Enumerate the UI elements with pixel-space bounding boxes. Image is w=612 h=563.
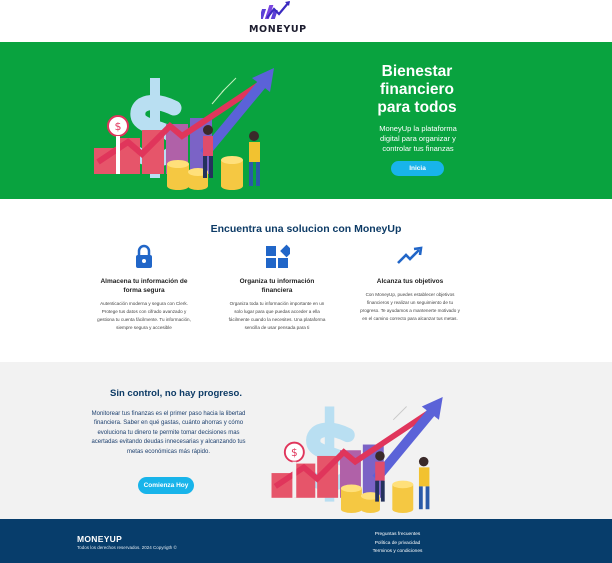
brand-name: MONEYUP bbox=[249, 24, 307, 35]
footer-brand: MONEYUP bbox=[77, 534, 123, 544]
feature-secure-storage: Almacena tu información de forma segura … bbox=[94, 243, 194, 332]
feature-title: Almacena tu información de forma segura bbox=[100, 278, 188, 294]
trending-up-icon bbox=[397, 243, 423, 269]
start-today-button[interactable]: Comienza Hoy bbox=[138, 477, 194, 494]
features-section: Encuentra una solucion con MoneyUp Almac… bbox=[0, 199, 612, 361]
feature-text: Con MoneyUp, puedes establecer objetivos… bbox=[360, 292, 460, 321]
svg-text:$: $ bbox=[291, 447, 298, 459]
feature-title: Organiza tu información financiera bbox=[239, 278, 315, 294]
brand-logo[interactable]: MONEYUP bbox=[249, 0, 307, 40]
privacy-policy-link[interactable]: Política de privacidad bbox=[360, 540, 435, 549]
footer-links: Preguntas frecuentes Política de privaci… bbox=[360, 531, 435, 557]
finance-growth-illustration: $ bbox=[271, 396, 443, 514]
lock-icon bbox=[131, 243, 157, 269]
feature-goals: Alcanza tus objetivos Con MoneyUp, puede… bbox=[360, 243, 460, 323]
terms-link[interactable]: Terminos y condiciones bbox=[360, 548, 435, 557]
section-title: Sin control, no hay progreso. bbox=[110, 388, 242, 399]
feature-text: Autenticación moderna y segura con Clerk… bbox=[97, 301, 191, 330]
svg-text:$: $ bbox=[115, 120, 122, 133]
finance-growth-illustration: $ bbox=[94, 68, 274, 190]
start-button[interactable]: Inicia bbox=[391, 161, 444, 176]
feature-organize: Organiza tu información financiera Organ… bbox=[227, 243, 327, 332]
feature-text: Organiza toda tu información importante … bbox=[228, 301, 326, 330]
moneyup-logo-icon bbox=[261, 1, 290, 19]
hero-section: $ Bienestar financiero para todos MoneyU… bbox=[0, 42, 612, 199]
site-header: MONEYUP bbox=[0, 0, 612, 42]
features-title: Encuentra una solucion con MoneyUp bbox=[210, 223, 402, 235]
widgets-icon bbox=[264, 243, 293, 269]
hero-subtitle: MoneyUp la plataforma digital para organ… bbox=[379, 124, 457, 153]
site-footer: MONEYUP Todos los derechos reservados. 2… bbox=[0, 519, 612, 563]
faq-link[interactable]: Preguntas frecuentes bbox=[360, 531, 435, 540]
footer-copyright: Todos los derechos reservados. 2024 Copy… bbox=[77, 545, 177, 550]
section-text: Monitorear tus finanzas es el primer pas… bbox=[91, 411, 246, 455]
hero-title: Bienestar financiero para todos bbox=[377, 63, 457, 116]
progress-section: Sin control, no hay progreso. Monitorear… bbox=[0, 362, 612, 519]
feature-title: Alcanza tus objetivos bbox=[376, 278, 444, 285]
